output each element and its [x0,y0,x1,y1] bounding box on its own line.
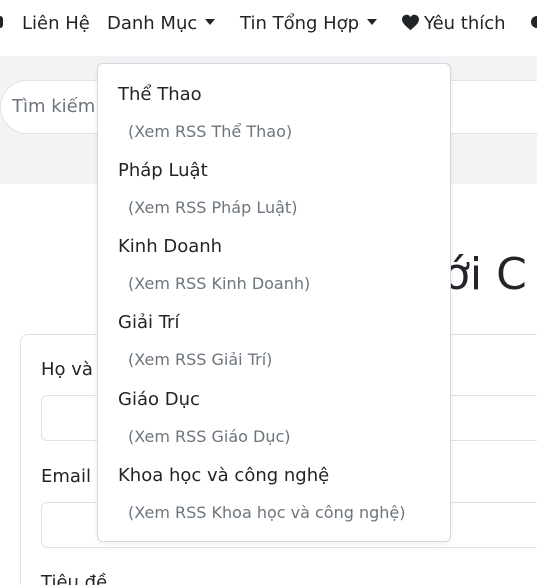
rss-link-the-thao[interactable]: (Xem RSS Thể Thao) [128,121,292,143]
nav-dropdown-tin-tong-hop[interactable]: Tin Tổng Hợp [240,12,378,36]
email-label: Email [41,466,91,487]
nav-link-lien-he[interactable]: Liên Hệ [22,12,90,36]
top-navbar: Liên Hệ Danh Mục Tin Tổng Hợp Yêu thích [0,0,537,47]
name-label: Họ và [41,359,93,380]
partial-nav-icon-right [531,16,537,28]
rss-link-giai-tri[interactable]: (Xem RSS Giải Trí) [128,349,272,371]
rss-link-phap-luat[interactable]: (Xem RSS Pháp Luật) [128,197,297,219]
rss-link-khoa-hoc-cong-nghe[interactable]: (Xem RSS Khoa học và công nghệ) [128,502,406,524]
dropdown-item-phap-luat[interactable]: Pháp Luật [118,159,208,183]
search-placeholder: Tìm kiếm [12,96,96,117]
dropdown-item-khoa-hoc-cong-nghe[interactable]: Khoa học và công nghệ [118,464,329,488]
caret-down-icon [367,19,378,25]
danh-muc-dropdown-menu: Thể Thao (Xem RSS Thể Thao) Pháp Luật (X… [97,63,451,542]
subject-label: Tiêu đề [41,572,108,585]
dropdown-item-giao-duc[interactable]: Giáo Dục [118,388,200,412]
nav-link-yeu-thich[interactable]: Yêu thích [401,12,506,36]
nav-dropdown-danh-muc[interactable]: Danh Mục [107,12,216,36]
dropdown-item-the-thao[interactable]: Thể Thao [118,83,202,107]
nav-link-yeu-thich-label: Yêu thích [424,13,506,34]
page-title: ới C [443,249,527,300]
rss-link-kinh-doanh[interactable]: (Xem RSS Kinh Doanh) [128,273,310,295]
rss-link-giao-duc[interactable]: (Xem RSS Giáo Dục) [128,426,291,448]
partial-nav-icon-left [0,16,3,28]
nav-dropdown-tin-tong-hop-label: Tin Tổng Hợp [240,13,360,34]
dropdown-item-giai-tri[interactable]: Giải Trí [118,311,179,335]
heart-icon [401,12,421,36]
caret-down-icon [205,19,216,25]
nav-dropdown-danh-muc-label: Danh Mục [107,13,198,34]
dropdown-item-kinh-doanh[interactable]: Kinh Doanh [118,235,222,259]
